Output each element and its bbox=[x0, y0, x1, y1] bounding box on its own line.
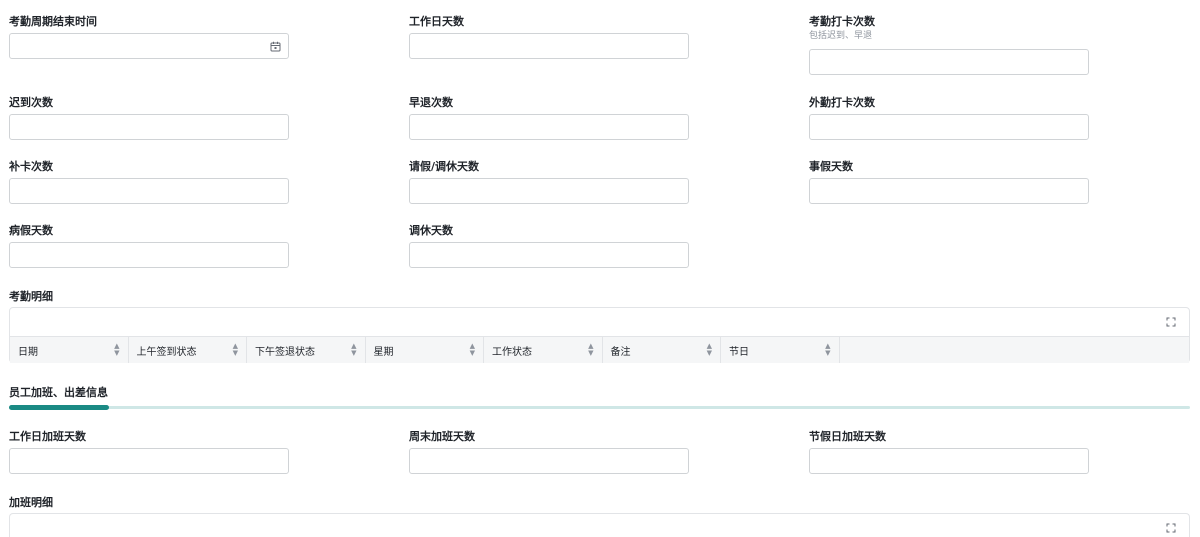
field-sick-leave-days: 病假天数 bbox=[9, 224, 289, 268]
field-label: 迟到次数 bbox=[9, 96, 53, 109]
late-count-input[interactable] bbox=[9, 114, 289, 140]
field-punch-count: 考勤打卡次数 包括迟到、早退 bbox=[809, 15, 1089, 75]
early-leave-count-input[interactable] bbox=[409, 114, 689, 140]
overtime-detail-table bbox=[9, 513, 1190, 537]
column-header-pm-checkout[interactable]: 下午签退状态 ▲ ▼ bbox=[247, 337, 366, 363]
weekend-overtime-days-input[interactable] bbox=[409, 448, 689, 474]
attendance-form: 考勤周期结束时间 工作日天数 考勤打卡次数 包括迟到、早退 迟到次数 早退次数 … bbox=[0, 0, 1200, 537]
field-personal-leave-days: 事假天数 bbox=[809, 160, 1089, 204]
makeup-punch-count-input[interactable] bbox=[9, 178, 289, 204]
weekday-overtime-days-input[interactable] bbox=[9, 448, 289, 474]
sick-leave-days-input[interactable] bbox=[9, 242, 289, 268]
field-label: 补卡次数 bbox=[9, 160, 53, 173]
column-header-holiday[interactable]: 节日 ▲ ▼ bbox=[721, 337, 840, 363]
field-label: 周末加班天数 bbox=[409, 430, 475, 443]
field-hint: 包括迟到、早退 bbox=[809, 31, 873, 41]
workdays-input[interactable] bbox=[409, 33, 689, 59]
attendance-detail-title: 考勤明细 bbox=[9, 290, 53, 303]
holiday-overtime-days-input[interactable] bbox=[809, 448, 1089, 474]
overtime-detail-title: 加班明细 bbox=[9, 496, 53, 509]
field-weekend-overtime-days: 周末加班天数 bbox=[409, 430, 689, 474]
sort-icon[interactable]: ▲ ▼ bbox=[470, 343, 475, 357]
field-holiday-overtime-days: 节假日加班天数 bbox=[809, 430, 1089, 474]
header-filler bbox=[840, 337, 1190, 363]
section-tabs: 员工加班、出差信息 bbox=[9, 384, 1190, 411]
comp-leave-days-input[interactable] bbox=[409, 242, 689, 268]
sort-icon[interactable]: ▲ ▼ bbox=[707, 343, 712, 357]
field-workdays: 工作日天数 bbox=[409, 15, 689, 59]
sort-icon[interactable]: ▲ ▼ bbox=[233, 343, 238, 357]
field-cycle-end: 考勤周期结束时间 bbox=[9, 15, 289, 59]
field-label: 工作日加班天数 bbox=[9, 430, 86, 443]
date-picker-input[interactable] bbox=[9, 33, 289, 59]
column-header-weekday[interactable]: 星期 ▲ ▼ bbox=[366, 337, 484, 363]
expand-icon[interactable] bbox=[1166, 317, 1176, 327]
table-header: 日期 ▲ ▼ 上午签到状态 ▲ ▼ 下午签退状态 ▲ ▼ 星期 ▲ ▼ 工作状态 ▲ ▼ … bbox=[10, 336, 1189, 363]
tab-overtime-travel[interactable]: 员工加班、出差信息 bbox=[9, 384, 108, 400]
field-label: 早退次数 bbox=[409, 96, 453, 109]
field-field-punch-count: 外勤打卡次数 bbox=[809, 96, 1089, 140]
field-label: 调休天数 bbox=[409, 224, 453, 237]
field-label: 工作日天数 bbox=[409, 15, 464, 28]
field-label: 病假天数 bbox=[9, 224, 53, 237]
field-weekday-overtime-days: 工作日加班天数 bbox=[9, 430, 289, 474]
sort-icon[interactable]: ▲ ▼ bbox=[351, 343, 356, 357]
field-label: 考勤打卡次数 bbox=[809, 15, 875, 28]
table-toolbar bbox=[10, 308, 1189, 336]
field-makeup-punch-count: 补卡次数 bbox=[9, 160, 289, 204]
column-header-date[interactable]: 日期 ▲ ▼ bbox=[10, 337, 129, 363]
table-toolbar bbox=[10, 514, 1189, 537]
field-label: 请假/调休天数 bbox=[409, 160, 480, 173]
tab-track bbox=[9, 406, 1190, 409]
leave-days-input[interactable] bbox=[409, 178, 689, 204]
field-late-count: 迟到次数 bbox=[9, 96, 289, 140]
expand-icon[interactable] bbox=[1166, 523, 1176, 533]
field-punch-count-input[interactable] bbox=[809, 114, 1089, 140]
field-comp-leave-days: 调休天数 bbox=[409, 224, 689, 268]
field-early-leave-count: 早退次数 bbox=[409, 96, 689, 140]
field-label: 节假日加班天数 bbox=[809, 430, 886, 443]
column-header-am-checkin[interactable]: 上午签到状态 ▲ ▼ bbox=[129, 337, 247, 363]
column-header-work-status[interactable]: 工作状态 ▲ ▼ bbox=[484, 337, 603, 363]
sort-icon[interactable]: ▲ ▼ bbox=[114, 343, 119, 357]
field-label: 事假天数 bbox=[809, 160, 853, 173]
calendar-icon[interactable] bbox=[270, 41, 281, 52]
column-header-remark[interactable]: 备注 ▲ ▼ bbox=[603, 337, 721, 363]
attendance-detail-table: 日期 ▲ ▼ 上午签到状态 ▲ ▼ 下午签退状态 ▲ ▼ 星期 ▲ ▼ 工作状态 ▲ ▼ … bbox=[9, 307, 1190, 363]
personal-leave-days-input[interactable] bbox=[809, 178, 1089, 204]
field-leave-days: 请假/调休天数 bbox=[409, 160, 689, 204]
field-label: 考勤周期结束时间 bbox=[9, 15, 97, 28]
punch-count-input[interactable] bbox=[809, 49, 1089, 75]
sort-icon[interactable]: ▲ ▼ bbox=[588, 343, 593, 357]
tab-active-indicator bbox=[9, 405, 109, 410]
field-label: 外勤打卡次数 bbox=[809, 96, 875, 109]
sort-icon[interactable]: ▲ ▼ bbox=[825, 343, 830, 357]
